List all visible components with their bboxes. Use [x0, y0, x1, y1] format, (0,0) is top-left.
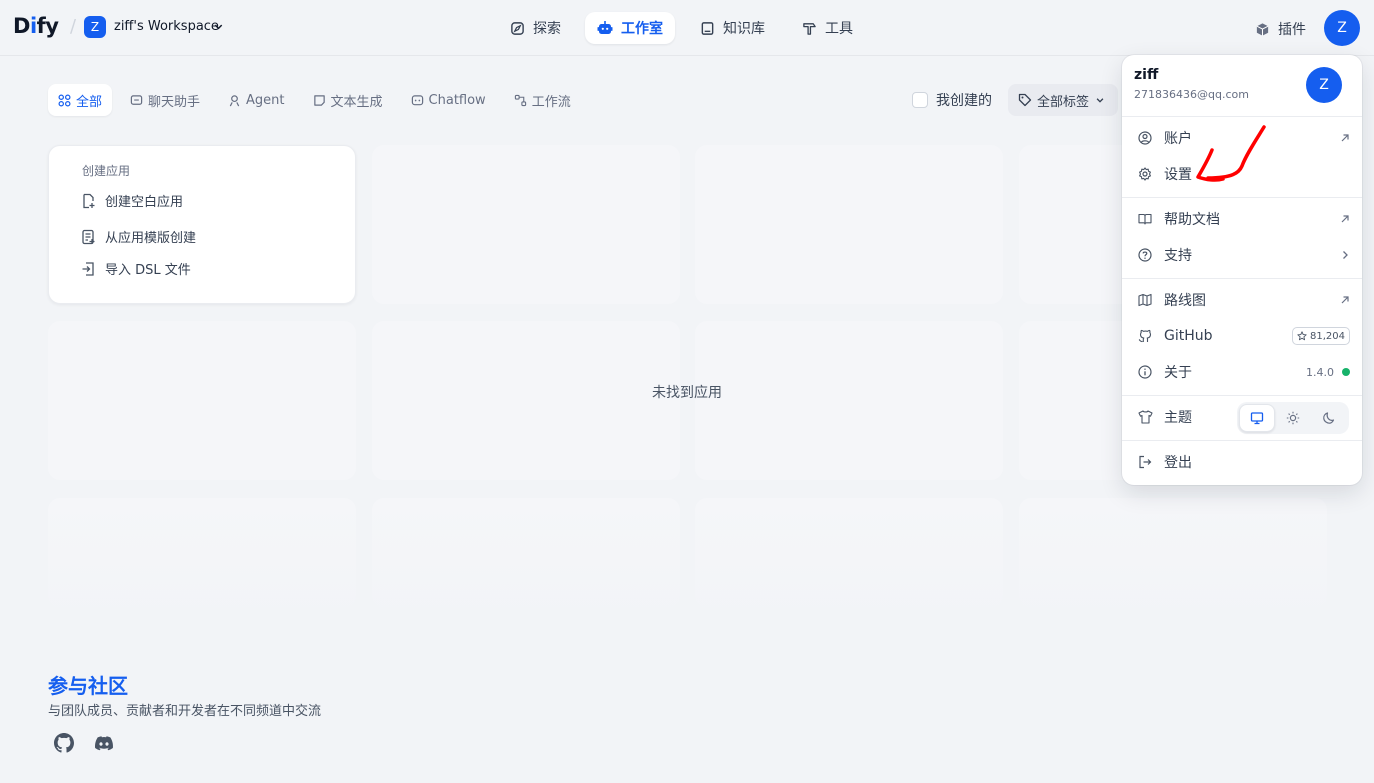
github-icon — [1138, 329, 1152, 343]
workflow-icon — [514, 94, 526, 106]
external-link-icon — [1341, 134, 1349, 142]
version-text: 1.4.0 — [1306, 365, 1334, 379]
menu-divider — [1122, 395, 1362, 396]
status-dot — [1342, 368, 1350, 376]
community-title: 参与社区 — [48, 674, 128, 698]
theme-dark-button[interactable] — [1311, 404, 1347, 432]
menu-item-roadmap[interactable]: 路线图 — [1138, 286, 1350, 314]
create-app-title: 创建应用 — [82, 164, 131, 178]
book-open-icon — [1138, 213, 1152, 225]
menu-item-logout[interactable]: 登出 — [1138, 448, 1350, 476]
nav-knowledge[interactable]: 知识库 — [688, 12, 777, 44]
placeholder-card — [695, 145, 1003, 304]
shirt-icon — [1138, 410, 1153, 424]
gear-icon — [1139, 167, 1151, 181]
workspace-name[interactable]: ziff's Workspace — [114, 19, 219, 34]
placeholder-card — [48, 321, 356, 480]
menu-divider — [1122, 278, 1362, 279]
chevron-down-icon — [1096, 98, 1104, 103]
placeholder-card — [372, 321, 680, 480]
community-subtitle: 与团队成员、贡献者和开发者在不同频道中交流 — [48, 704, 322, 719]
menu-item-support[interactable]: 支持 — [1138, 241, 1350, 269]
monitor-icon — [1250, 412, 1264, 425]
chevron-right-icon — [1343, 251, 1348, 259]
star-icon — [1297, 331, 1307, 341]
chatflow-icon — [411, 94, 423, 105]
create-blank-app-button[interactable]: 创建空白应用 — [81, 191, 183, 210]
app-type-tabs: 全部 聊天助手 Agent 文本生成 Chatflow 工作流 — [48, 84, 589, 116]
robot-icon — [597, 21, 613, 34]
menu-item-github[interactable]: GitHub 81,204 — [1138, 322, 1350, 350]
note-icon — [313, 94, 325, 106]
external-link-icon — [1341, 215, 1349, 223]
moon-icon — [1323, 412, 1335, 424]
logout-icon — [1139, 455, 1152, 469]
tag-filter-select[interactable]: 全部标签 — [1008, 84, 1118, 116]
file-plus-icon — [83, 193, 95, 208]
github-stars-badge: 81,204 — [1292, 327, 1350, 345]
empty-state-text: 未找到应用 — [652, 385, 722, 401]
tab-workflow[interactable]: 工作流 — [504, 84, 581, 116]
breadcrumb-separator: / — [70, 16, 77, 37]
menu-avatar: Z — [1306, 67, 1342, 103]
agent-icon — [229, 94, 240, 106]
menu-divider — [1122, 440, 1362, 441]
menu-user-name: ziff — [1134, 67, 1159, 83]
nav-studio[interactable]: 工作室 — [585, 12, 675, 44]
chevron-down-icon[interactable] — [213, 21, 224, 32]
info-icon — [1138, 365, 1152, 379]
plugin-button[interactable]: 插件 — [1255, 19, 1306, 39]
menu-user-email: 271836436@qq.com — [1134, 88, 1249, 101]
placeholder-card — [695, 321, 1003, 480]
import-dsl-button[interactable]: 导入 DSL 文件 — [81, 259, 191, 278]
tab-chat-assistant[interactable]: 聊天助手 — [120, 84, 210, 116]
book-icon — [701, 21, 714, 35]
user-circle-icon — [1138, 131, 1152, 145]
hammer-icon — [803, 22, 816, 35]
created-by-me-checkbox[interactable] — [912, 92, 928, 108]
cube-icon — [1256, 22, 1269, 36]
tab-chatflow[interactable]: Chatflow — [401, 84, 496, 116]
template-icon — [82, 229, 95, 244]
theme-system-button[interactable] — [1239, 404, 1275, 432]
external-link-icon — [1341, 296, 1349, 304]
menu-divider — [1122, 116, 1362, 117]
sun-icon — [1286, 411, 1300, 425]
theme-switcher — [1237, 402, 1349, 434]
placeholder-card — [372, 145, 680, 304]
dify-logo[interactable]: Dify — [13, 14, 59, 38]
nav-explore[interactable]: 探索 — [498, 12, 573, 44]
tab-text-generation[interactable]: 文本生成 — [303, 84, 393, 116]
create-from-template-button[interactable]: 从应用模版创建 — [81, 227, 196, 246]
menu-item-help-docs[interactable]: 帮助文档 — [1138, 205, 1350, 233]
create-app-card: 创建应用 创建空白应用 从应用模版创建 导入 DSL 文件 — [48, 145, 356, 304]
workspace-avatar[interactable]: Z — [84, 16, 106, 38]
github-icon[interactable] — [54, 733, 74, 753]
user-avatar-button[interactable]: Z — [1324, 10, 1360, 46]
tab-all[interactable]: 全部 — [48, 84, 113, 116]
import-icon — [82, 261, 94, 276]
tab-agent[interactable]: Agent — [218, 84, 294, 116]
tag-icon — [1018, 93, 1032, 107]
nav-tools[interactable]: 工具 — [790, 12, 865, 44]
compass-icon — [511, 21, 524, 35]
created-by-me-filter[interactable]: 我创建的 — [912, 90, 992, 110]
top-navbar: Dify / Z ziff's Workspace 探索 工作室 知识库 工具 … — [0, 0, 1374, 56]
chat-icon — [130, 94, 143, 105]
theme-light-button[interactable] — [1275, 404, 1311, 432]
grid-fade-overlay — [0, 500, 1374, 610]
grid-icon — [58, 94, 71, 106]
help-circle-icon — [1138, 248, 1152, 262]
map-icon — [1138, 293, 1152, 307]
discord-icon[interactable] — [94, 733, 114, 753]
annotation-arrow-icon — [1196, 125, 1266, 182]
menu-item-about[interactable]: 关于 1.4.0 — [1138, 358, 1350, 386]
menu-divider — [1122, 197, 1362, 198]
